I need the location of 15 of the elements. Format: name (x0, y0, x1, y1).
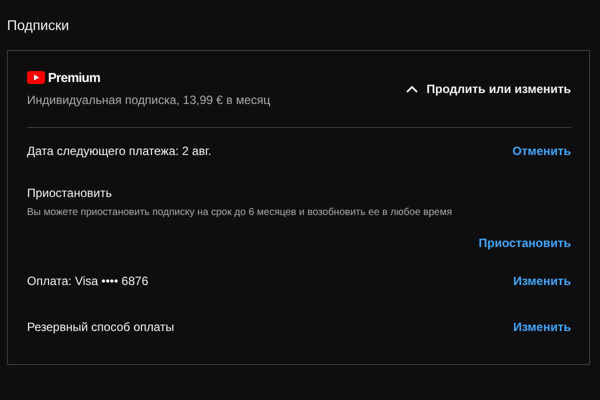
action-link[interactable]: Отменить (512, 144, 571, 158)
row-label: Приостановить (27, 186, 112, 200)
chevron-up-icon (406, 84, 418, 92)
description-text: Вы можете приостановить подписку на срок до 6 месяцев и возобновить ее в любое время (27, 207, 454, 218)
row-label: Оплата: Visa •••• 6876 (27, 274, 148, 288)
brand-logo-text: Premium (48, 70, 100, 85)
action-link[interactable]: Изменить (513, 274, 571, 288)
plan-text: Индивидуальная подписка, 13,99 € в месяц (27, 93, 270, 107)
row-label: Резервный способ оплаты (27, 320, 174, 334)
page-title: Подписки (7, 17, 70, 33)
action-link[interactable]: Приостановить (478, 236, 571, 250)
play-logo-icon (27, 71, 45, 84)
row-label: Дата следующего платежа: 2 авг. (27, 144, 212, 158)
expand-toggle[interactable]: Продлить или изменить (406, 82, 571, 96)
action-link[interactable]: Изменить (513, 320, 571, 334)
